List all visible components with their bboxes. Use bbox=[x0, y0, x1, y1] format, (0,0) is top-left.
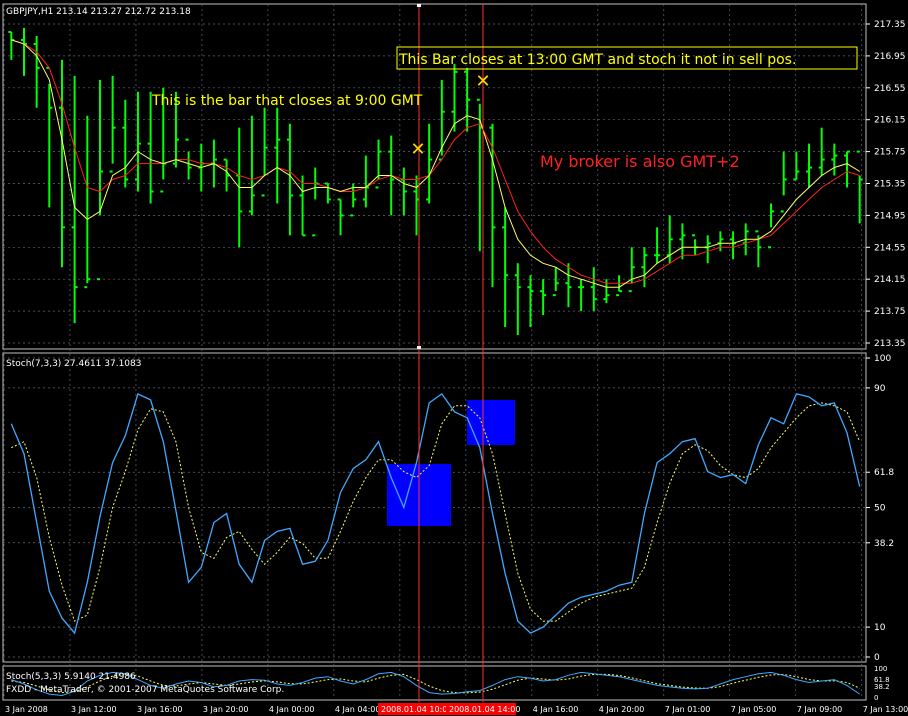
time-tick-label: 2008.01.04 14:00 bbox=[449, 705, 520, 714]
price-tick-label: 214.55 bbox=[874, 243, 906, 253]
fractal-marker-icon: ✕ bbox=[410, 139, 425, 160]
stoch-tick-label: 38.2 bbox=[874, 539, 894, 549]
price-tick-label: 216.95 bbox=[874, 52, 906, 62]
time-tick-label: 3 Jan 16:00 bbox=[137, 705, 183, 714]
stoch-tick-label: 61.8 bbox=[874, 468, 894, 478]
price-tick-label: 214.95 bbox=[874, 211, 906, 221]
stoch-tick-label: 90 bbox=[874, 384, 886, 394]
stoch-tick-label: 0 bbox=[874, 653, 880, 663]
highlight-box-13gmt bbox=[467, 400, 515, 445]
price-tick-label: 213.75 bbox=[874, 307, 906, 317]
price-tick-label: 216.15 bbox=[874, 116, 906, 126]
price-pane-header: GBPJPY,H1 213.14 213.27 212.72 213.18 bbox=[6, 7, 191, 17]
time-tick-label: 7 Jan 05:00 bbox=[731, 705, 777, 714]
time-axis: 3 Jan 2008 3 Jan 12:00 3 Jan 16:00 3 Jan 20… bbox=[5, 703, 908, 715]
stoch-pane-header: Stoch(7,3,3) 27.4611 37.1083 bbox=[6, 359, 141, 369]
annotation-13gmt: This Bar closes at 13:00 GMT and stoch i… bbox=[398, 52, 796, 68]
stoch-tick-label: 10 bbox=[874, 623, 886, 633]
stoch2-pane-header: Stoch(5,3,3) 5.9140 21.4986 bbox=[6, 672, 136, 682]
time-tick-label: 3 Jan 20:00 bbox=[203, 705, 249, 714]
stoch2-tick-label: 100 bbox=[874, 665, 887, 673]
time-tick-label: 2008.01.04 10:00 bbox=[381, 705, 452, 714]
stoch2-tick-label: 38.2 bbox=[874, 683, 890, 691]
copyright-text: FXDD - MetaTrader, © 2001-2007 MetaQuote… bbox=[6, 685, 284, 695]
stoch-tick-label: 100 bbox=[874, 354, 891, 364]
time-tick-label: 4 Jan 16:00 bbox=[533, 705, 579, 714]
annotation-9gmt: This is the bar that closes at 9:00 GMT bbox=[151, 93, 423, 109]
price-tick-label: 215.35 bbox=[874, 180, 906, 190]
vline-handle-top[interactable] bbox=[417, 4, 421, 7]
time-tick-label: 7 Jan 09:00 bbox=[797, 705, 843, 714]
time-tick-label: 3 Jan 2008 bbox=[5, 705, 48, 714]
price-tick-label: 216.55 bbox=[874, 84, 906, 94]
price-tick-label: 217.35 bbox=[874, 20, 906, 30]
time-tick-label: 3 Jan 12:00 bbox=[71, 705, 117, 714]
vline-handle-bottom[interactable] bbox=[417, 346, 421, 349]
annotation-broker: My broker is also GMT+2 bbox=[540, 152, 740, 171]
time-tick-label: 7 Jan 01:00 bbox=[665, 705, 711, 714]
time-tick-label: 4 Jan 20:00 bbox=[599, 705, 645, 714]
time-tick-label: 7 Jan 13:00 bbox=[863, 705, 908, 714]
price-tick-label: 213.35 bbox=[874, 339, 906, 349]
stoch-tick-label: 50 bbox=[874, 504, 886, 514]
time-tick-label: 4 Jan 00:00 bbox=[269, 705, 315, 714]
fractal-marker-icon: ✕ bbox=[475, 71, 490, 92]
stoch2-tick-label: 0 bbox=[874, 694, 878, 702]
price-tick-label: 215.75 bbox=[874, 148, 906, 158]
chart-canvas: ✕ ✕ 217.35 216.95 216.55 216.15 215.75 215.35… bbox=[0, 0, 908, 716]
time-tick-label: 4 Jan 04:00 bbox=[335, 705, 381, 714]
price-tick-label: 214.15 bbox=[874, 275, 906, 285]
